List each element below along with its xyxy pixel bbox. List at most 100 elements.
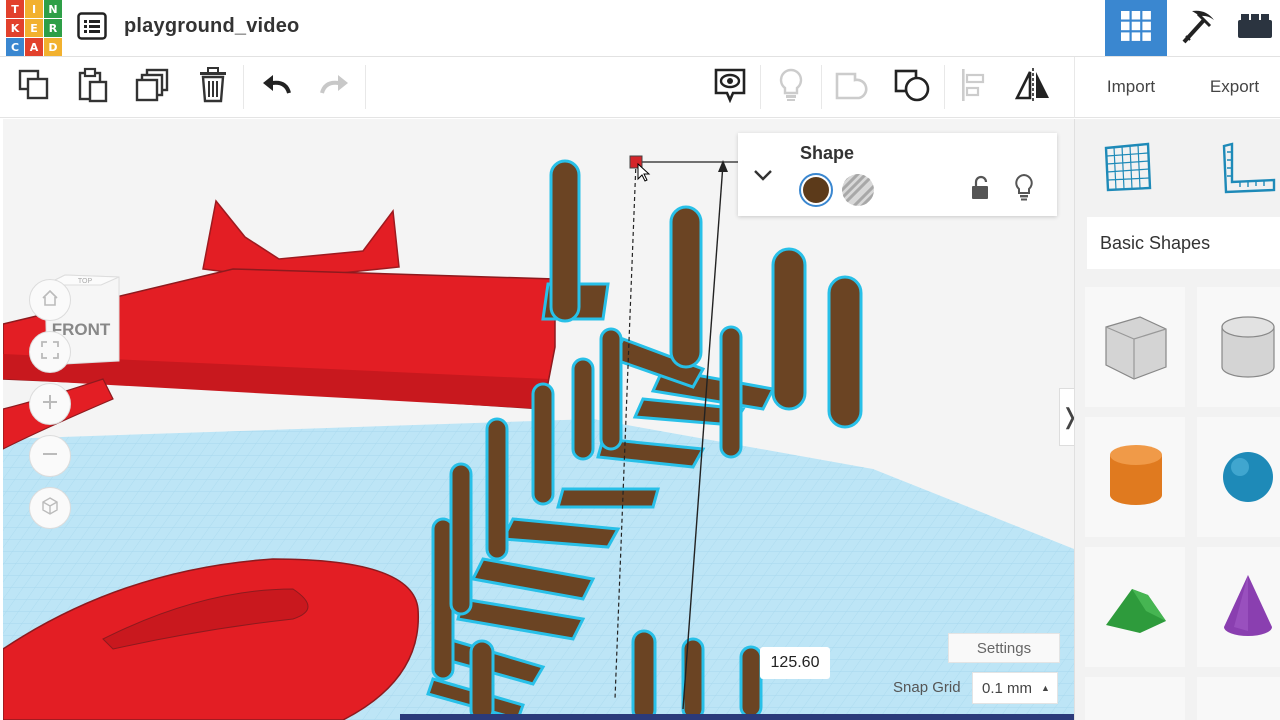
3d-design-view-button[interactable] <box>1105 0 1167 56</box>
build-view-button[interactable] <box>1167 0 1229 56</box>
logo-letter: K <box>6 19 24 37</box>
stair-post[interactable] <box>531 382 555 506</box>
perspective-button[interactable] <box>29 487 71 529</box>
stair-post[interactable] <box>449 462 473 616</box>
stair-post[interactable] <box>571 357 595 461</box>
tinkercad-logo[interactable]: TIN KER CAD <box>6 0 62 56</box>
stair-post[interactable] <box>771 247 807 411</box>
lock-icon[interactable] <box>970 175 992 201</box>
mirror-icon <box>1013 67 1053 108</box>
undo-button[interactable] <box>254 65 298 109</box>
copy-icon <box>17 68 51 107</box>
toolbar-divider <box>243 65 244 109</box>
toolbar-divider <box>821 65 822 109</box>
design-list-icon[interactable] <box>77 12 107 40</box>
align-icon <box>959 67 989 108</box>
home-view-button[interactable] <box>29 279 71 321</box>
stair-post[interactable] <box>739 645 763 719</box>
ungroup-button[interactable] <box>891 65 935 109</box>
helpers-row <box>1085 127 1280 211</box>
workplane-icon[interactable] <box>1099 137 1157 197</box>
paste-button[interactable] <box>71 65 115 109</box>
logo-letter: N <box>44 0 62 18</box>
settings-button[interactable]: Settings <box>948 633 1060 663</box>
box-hole-shape[interactable] <box>1085 287 1185 407</box>
height-dimension-value[interactable]: 125.60 <box>760 647 830 679</box>
toolbar: Import Export <box>0 57 1280 118</box>
roof-shape[interactable] <box>1085 547 1185 667</box>
notes-button[interactable] <box>708 65 752 109</box>
tinkercad-editor: TINKERCAD playground_video Import Export… <box>0 0 1280 720</box>
group-button[interactable] <box>829 65 873 109</box>
stair-post[interactable] <box>485 417 509 561</box>
document-title[interactable]: playground_video <box>124 15 299 38</box>
copy-button[interactable] <box>12 65 56 109</box>
toolbar-divider <box>944 65 945 109</box>
sphere-shape[interactable] <box>1197 417 1280 537</box>
delete-icon <box>198 66 228 108</box>
align-button[interactable] <box>952 65 996 109</box>
logo-letter: A <box>25 38 43 56</box>
mouse-cursor-icon <box>637 162 651 182</box>
redo-button[interactable] <box>313 65 357 109</box>
stair-post[interactable] <box>669 205 703 369</box>
more-shapes-tile[interactable] <box>1197 677 1280 720</box>
ungroup-icon <box>893 67 933 108</box>
grid-icon <box>1120 10 1152 47</box>
library-category-select[interactable]: Basic Shapes <box>1087 217 1280 269</box>
light-bulb-icon <box>777 67 805 108</box>
stair-post[interactable] <box>681 637 705 720</box>
fit-all-button[interactable] <box>29 331 71 373</box>
stair-post[interactable] <box>549 159 581 323</box>
cylinder-hole-shape[interactable] <box>1197 287 1280 407</box>
zoom-out-button[interactable] <box>29 435 71 477</box>
logo-letter: C <box>6 38 24 56</box>
bricks-view-button[interactable] <box>1229 0 1280 56</box>
ruler-icon[interactable] <box>1219 137 1277 197</box>
shape-library-panel: Basic Shapes <box>1074 119 1280 720</box>
fit-all-icon <box>40 340 60 365</box>
stair-post[interactable] <box>719 325 743 459</box>
stair-post[interactable] <box>469 639 495 720</box>
import-button[interactable]: Import <box>1083 68 1179 106</box>
duplicate-button[interactable] <box>131 65 175 109</box>
more-shapes-tile[interactable] <box>1085 677 1185 720</box>
solid-color-swatch[interactable] <box>799 173 833 207</box>
box-hole-icon <box>1105 316 1167 380</box>
cone-shape[interactable] <box>1197 547 1280 667</box>
caret-up-icon: ▲ <box>1041 683 1050 693</box>
mirror-button[interactable] <box>1011 65 1055 109</box>
notes-icon <box>713 67 747 108</box>
view-cube-top-label[interactable]: TOP <box>78 278 93 285</box>
stair-post[interactable] <box>827 275 863 429</box>
group-icon <box>833 68 869 107</box>
stair-post[interactable] <box>631 629 657 720</box>
export-button[interactable]: Export <box>1189 68 1280 106</box>
cube-icon <box>40 496 60 521</box>
hole-swatch[interactable] <box>842 174 874 206</box>
snap-grid-select[interactable]: 0.1 mm ▲ <box>972 672 1058 704</box>
stair-post[interactable] <box>599 327 623 451</box>
minus-icon <box>40 444 60 469</box>
logo-letter: I <box>25 0 43 18</box>
home-icon <box>40 288 60 313</box>
cylinder-shape[interactable] <box>1085 417 1185 537</box>
snap-grid-label: Snap Grid <box>893 679 961 696</box>
red-shape-back[interactable] <box>202 199 400 280</box>
toolbar-divider <box>365 65 366 109</box>
inspector-title: Shape <box>800 143 855 163</box>
toolbar-divider <box>1074 57 1075 118</box>
chevron-down-icon[interactable] <box>752 167 774 183</box>
sphere-icon <box>1223 452 1273 502</box>
taskbar-strip <box>400 714 1074 720</box>
logo-letter: T <box>6 0 24 18</box>
light-bulb-button[interactable] <box>769 65 813 109</box>
delete-button[interactable] <box>191 65 235 109</box>
cylinder-hole-icon <box>1221 316 1275 378</box>
shape-inspector: Shape <box>738 133 1057 216</box>
zoom-in-button[interactable] <box>29 383 71 425</box>
snap-grid-value: 0.1 mm <box>982 679 1033 697</box>
light-bulb-icon[interactable] <box>1013 173 1035 201</box>
logo-letter: D <box>44 38 62 56</box>
stair-step[interactable] <box>556 487 660 509</box>
